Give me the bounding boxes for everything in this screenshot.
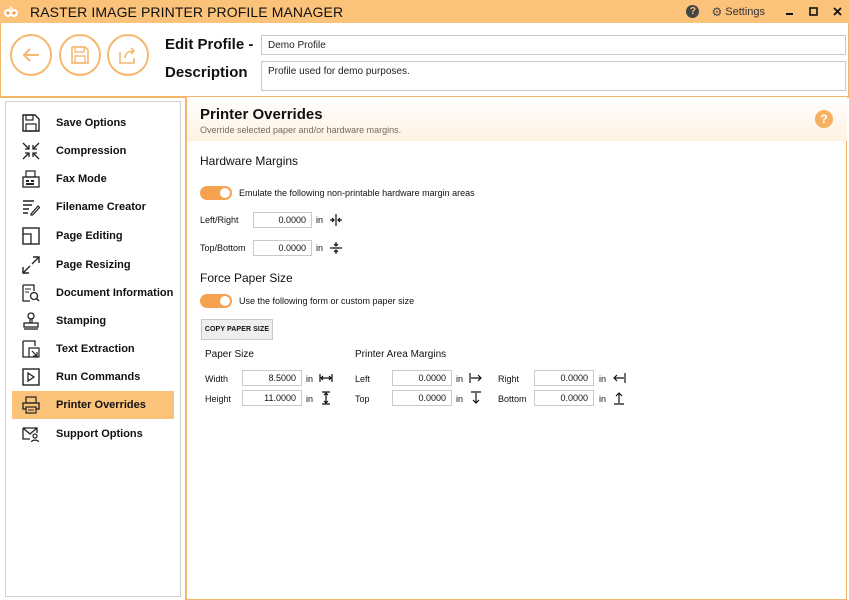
app-title: RASTER IMAGE PRINTER PROFILE MANAGER <box>30 3 344 20</box>
content-panel: Printer Overrides Override selected pape… <box>185 97 847 600</box>
sidebar-item-text-extraction[interactable]: Text Extraction <box>12 335 174 363</box>
height-label: Height <box>205 394 232 404</box>
left-right-label: Left/Right <box>200 215 239 225</box>
arrow-up-icon <box>614 392 624 405</box>
run-icon <box>20 366 42 388</box>
app-logo-icon <box>0 0 22 23</box>
bottom-margin-input[interactable]: 0.0000 <box>534 390 594 406</box>
bottom-margin-label: Bottom <box>498 394 527 404</box>
force-paper-size-toggle-label: Use the following form or custom paper s… <box>239 296 415 306</box>
right-margin-unit: in <box>599 374 607 384</box>
help-icon[interactable]: ? <box>686 5 700 18</box>
profile-header: Edit Profile - Description Profile used … <box>0 23 849 97</box>
top-margin-unit: in <box>456 394 464 404</box>
arrow-to-right-icon <box>469 373 482 383</box>
sidebar-item-filename-creator[interactable]: Filename Creator <box>12 193 174 221</box>
arrow-down-icon <box>471 391 481 404</box>
copy-paper-size-button[interactable]: COPY PAPER SIZE <box>201 319 273 340</box>
doc-info-icon <box>20 282 42 304</box>
text-extract-icon <box>20 338 42 360</box>
sidebar-item-printer-overrides[interactable]: Printer Overrides <box>12 391 174 419</box>
profile-description-input[interactable]: Profile used for demo purposes. <box>261 61 846 91</box>
settings-label: Settings <box>725 5 765 18</box>
title-bar: RASTER IMAGE PRINTER PROFILE MANAGER ? ⚙… <box>0 0 849 23</box>
sidebar-item-page-editing[interactable]: Page Editing <box>12 222 174 250</box>
help-question-icon[interactable]: ? <box>815 110 833 128</box>
edit-profile-label: Edit Profile - <box>165 36 254 53</box>
printer-area-margins-title: Printer Area Margins <box>355 349 447 360</box>
top-bottom-margin-icon <box>330 242 342 254</box>
height-unit: in <box>306 394 314 404</box>
export-button[interactable] <box>107 34 149 76</box>
page-banner: Printer Overrides Override selected pape… <box>187 97 847 141</box>
right-margin-input[interactable]: 0.0000 <box>534 370 594 386</box>
page-subtitle: Override selected paper and/or hardware … <box>200 125 402 135</box>
paper-size-title: Paper Size <box>205 349 254 360</box>
page-title: Printer Overrides <box>200 106 323 123</box>
minimize-button[interactable] <box>777 0 801 23</box>
sidebar-item-document-information[interactable]: Document Information <box>12 279 174 307</box>
width-unit: in <box>306 374 314 384</box>
sidebar: Save Options Compression Fax Mode Filena… <box>5 101 181 597</box>
stamp-icon <box>20 310 42 332</box>
sidebar-item-page-resizing[interactable]: Page Resizing <box>12 251 174 279</box>
gear-icon: ⚙ <box>711 4 723 19</box>
fax-icon <box>20 168 42 190</box>
top-bottom-input[interactable]: 0.0000 <box>253 240 312 256</box>
page-edit-icon <box>20 225 42 247</box>
back-button[interactable] <box>10 34 52 76</box>
right-margin-label: Right <box>498 374 520 384</box>
hardware-margins-toggle-label: Emulate the following non-printable hard… <box>239 188 475 198</box>
compress-icon <box>20 140 42 162</box>
force-paper-size-toggle[interactable] <box>200 294 232 308</box>
arrow-to-left-icon <box>613 373 626 383</box>
close-button[interactable] <box>825 0 849 23</box>
width-label: Width <box>205 374 229 384</box>
sidebar-item-save-options[interactable]: Save Options <box>12 109 174 137</box>
maximize-button[interactable] <box>801 0 825 23</box>
export-icon <box>119 47 136 64</box>
sidebar-item-fax-mode[interactable]: Fax Mode <box>12 165 174 193</box>
top-margin-input[interactable]: 0.0000 <box>392 390 452 406</box>
height-icon <box>322 391 330 405</box>
save-button[interactable] <box>59 34 101 76</box>
left-right-input[interactable]: 0.0000 <box>253 212 312 228</box>
left-right-unit: in <box>316 215 324 225</box>
force-paper-size-title: Force Paper Size <box>200 271 293 285</box>
description-label: Description <box>165 64 248 81</box>
top-bottom-label: Top/Bottom <box>200 243 246 253</box>
left-right-margin-icon <box>330 214 342 226</box>
printer-icon <box>20 394 42 416</box>
sidebar-item-compression[interactable]: Compression <box>12 137 174 165</box>
hardware-margins-toggle[interactable] <box>200 186 232 200</box>
filename-icon <box>20 196 42 218</box>
left-margin-label: Left <box>355 374 371 384</box>
left-margin-unit: in <box>456 374 464 384</box>
support-icon <box>20 423 42 445</box>
arrow-left-icon <box>22 48 39 62</box>
save-disk-icon <box>71 46 89 64</box>
left-margin-input[interactable]: 0.0000 <box>392 370 452 386</box>
resize-icon <box>20 254 42 276</box>
settings-button[interactable]: ⚙ Settings <box>711 5 765 19</box>
sidebar-item-stamping[interactable]: Stamping <box>12 307 174 335</box>
width-icon <box>319 374 333 382</box>
hardware-margins-title: Hardware Margins <box>200 154 299 168</box>
top-margin-label: Top <box>355 394 370 404</box>
save-icon <box>20 112 42 134</box>
width-input[interactable]: 8.5000 <box>242 370 302 386</box>
height-input[interactable]: 11.0000 <box>242 390 302 406</box>
sidebar-item-run-commands[interactable]: Run Commands <box>12 363 174 391</box>
top-bottom-unit: in <box>316 243 324 253</box>
bottom-margin-unit: in <box>599 394 607 404</box>
profile-name-input[interactable] <box>261 35 846 55</box>
sidebar-item-support-options[interactable]: Support Options <box>12 420 174 448</box>
